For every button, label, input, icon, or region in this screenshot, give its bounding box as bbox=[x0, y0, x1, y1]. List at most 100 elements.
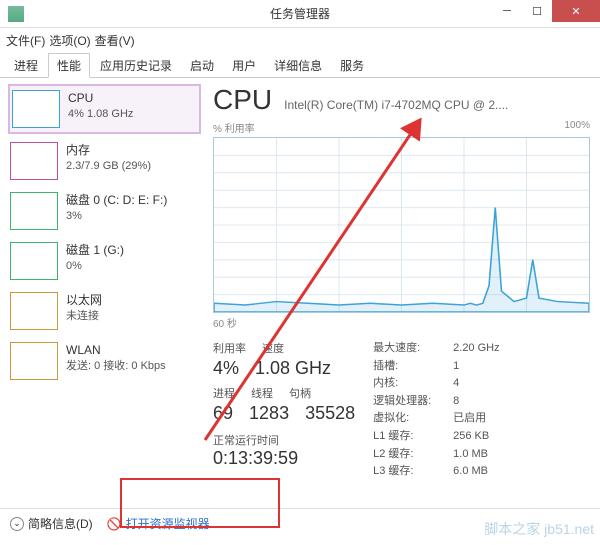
fewer-details-button[interactable]: ⌄ 简略信息(D) bbox=[10, 515, 93, 532]
open-resource-monitor-link[interactable]: 打开资源监视器 bbox=[107, 515, 210, 532]
detail-row: L1 缓存: 256 KB bbox=[373, 428, 499, 446]
side-name: 磁盘 0 (C: D: E: F:) bbox=[66, 192, 167, 209]
tab-users[interactable]: 用户 bbox=[224, 54, 264, 77]
side-text: 磁盘 0 (C: D: E: F:) 3% bbox=[66, 192, 167, 230]
window-buttons: ─ ☐ ✕ bbox=[492, 0, 600, 22]
cpu-model: Intel(R) Core(TM) i7-4702MQ CPU @ 2.... bbox=[284, 98, 508, 112]
detail-row: L2 缓存: 1.0 MB bbox=[373, 446, 499, 464]
titlebar: 任务管理器 ─ ☐ ✕ bbox=[0, 0, 600, 28]
label-processes: 进程 bbox=[213, 385, 235, 401]
detail-row: 最大速度: 2.20 GHz bbox=[373, 340, 499, 358]
sidebar-item-disk-2[interactable]: 磁盘 0 (C: D: E: F:) 3% bbox=[8, 188, 201, 234]
detail-key: L2 缓存: bbox=[373, 446, 445, 464]
thumb-icon bbox=[10, 142, 58, 180]
detail-val: 4 bbox=[453, 375, 459, 393]
detail-key: L3 缓存: bbox=[373, 463, 445, 481]
chevron-down-icon: ⌄ bbox=[10, 517, 24, 531]
menu-options[interactable]: 选项(O) bbox=[49, 32, 90, 49]
label-uptime: 正常运行时间 bbox=[213, 432, 355, 448]
detail-val: 2.20 GHz bbox=[453, 340, 499, 358]
detail-key: L1 缓存: bbox=[373, 428, 445, 446]
side-text: CPU 4% 1.08 GHz bbox=[68, 90, 133, 128]
side-name: 磁盘 1 (G:) bbox=[66, 242, 124, 259]
side-sub: 未连接 bbox=[66, 309, 102, 324]
value-handles: 35528 bbox=[305, 403, 355, 424]
value-processes: 69 bbox=[213, 403, 233, 424]
sidebar-item-disk-3[interactable]: 磁盘 1 (G:) 0% bbox=[8, 238, 201, 284]
label-threads: 线程 bbox=[251, 385, 273, 401]
tab-details[interactable]: 详细信息 bbox=[266, 54, 330, 77]
detail-val: 256 KB bbox=[453, 428, 489, 446]
tab-performance[interactable]: 性能 bbox=[48, 53, 90, 78]
close-button[interactable]: ✕ bbox=[552, 0, 600, 22]
thumb-icon bbox=[10, 192, 58, 230]
label-speed: 速度 bbox=[262, 340, 284, 356]
menu-view[interactable]: 查看(V) bbox=[95, 32, 135, 49]
detail-key: 插槽: bbox=[373, 358, 445, 376]
detail-row: 逻辑处理器: 8 bbox=[373, 393, 499, 411]
main-panel: CPU Intel(R) Core(TM) i7-4702MQ CPU @ 2.… bbox=[205, 78, 600, 508]
detail-key: 虚拟化: bbox=[373, 410, 445, 428]
stats-left: 利用率 速度 4% 1.08 GHz 进程 线程 句柄 69 bbox=[213, 340, 355, 481]
menubar: 文件(F) 选项(O) 查看(V) bbox=[0, 28, 600, 52]
value-utilization: 4% bbox=[213, 358, 239, 379]
footer: ⌄ 简略信息(D) 打开资源监视器 bbox=[0, 508, 600, 538]
side-sub: 2.3/7.9 GB (29%) bbox=[66, 159, 151, 174]
resource-title: CPU bbox=[213, 84, 272, 116]
side-sub: 0% bbox=[66, 259, 124, 274]
sidebar-item-cpu-0[interactable]: CPU 4% 1.08 GHz bbox=[8, 84, 201, 134]
value-speed: 1.08 GHz bbox=[255, 358, 331, 379]
detail-key: 逻辑处理器: bbox=[373, 393, 445, 411]
chart-svg bbox=[214, 138, 589, 312]
sidebar: CPU 4% 1.08 GHz 内存 2.3/7.9 GB (29%) 磁盘 0… bbox=[0, 78, 205, 508]
label-handles: 句柄 bbox=[289, 385, 311, 401]
detail-row: L3 缓存: 6.0 MB bbox=[373, 463, 499, 481]
chart-top-labels: % 利用率 100% bbox=[213, 120, 590, 135]
detail-val: 1.0 MB bbox=[453, 446, 488, 464]
detail-val: 已启用 bbox=[453, 410, 486, 428]
side-name: 以太网 bbox=[66, 292, 102, 309]
label-utilization: 利用率 bbox=[213, 340, 246, 356]
resmon-label: 打开资源监视器 bbox=[126, 515, 210, 532]
side-text: 磁盘 1 (G:) 0% bbox=[66, 242, 124, 280]
detail-val: 8 bbox=[453, 393, 459, 411]
thumb-icon bbox=[10, 242, 58, 280]
chart-x-label: 60 秒 bbox=[213, 315, 590, 330]
sidebar-item-net-4[interactable]: 以太网 未连接 bbox=[8, 288, 201, 334]
tab-startup[interactable]: 启动 bbox=[182, 54, 222, 77]
side-name: 内存 bbox=[66, 142, 151, 159]
tab-app-history[interactable]: 应用历史记录 bbox=[92, 54, 180, 77]
side-name: CPU bbox=[68, 90, 133, 107]
tab-services[interactable]: 服务 bbox=[332, 54, 372, 77]
minimize-button[interactable]: ─ bbox=[492, 0, 522, 22]
tab-processes[interactable]: 进程 bbox=[6, 54, 46, 77]
stats-right: 最大速度:2.20 GHz插槽:1内核:4逻辑处理器:8虚拟化:已启用L1 缓存… bbox=[373, 340, 499, 481]
sidebar-item-wlan-5[interactable]: WLAN 发送: 0 接收: 0 Kbps bbox=[8, 338, 201, 384]
cpu-chart bbox=[213, 137, 590, 313]
side-text: 内存 2.3/7.9 GB (29%) bbox=[66, 142, 151, 180]
detail-row: 虚拟化: 已启用 bbox=[373, 410, 499, 428]
side-text: WLAN 发送: 0 接收: 0 Kbps bbox=[66, 342, 166, 380]
menu-file[interactable]: 文件(F) bbox=[6, 32, 45, 49]
side-sub: 3% bbox=[66, 209, 167, 224]
detail-val: 6.0 MB bbox=[453, 463, 488, 481]
side-sub: 4% 1.08 GHz bbox=[68, 107, 133, 122]
sidebar-item-mem-1[interactable]: 内存 2.3/7.9 GB (29%) bbox=[8, 138, 201, 184]
detail-val: 1 bbox=[453, 358, 459, 376]
thumb-icon bbox=[12, 90, 60, 128]
detail-row: 插槽: 1 bbox=[373, 358, 499, 376]
stats-area: 利用率 速度 4% 1.08 GHz 进程 线程 句柄 69 bbox=[213, 340, 590, 481]
fewer-details-label: 简略信息(D) bbox=[28, 515, 93, 532]
detail-row: 内核: 4 bbox=[373, 375, 499, 393]
thumb-icon bbox=[10, 342, 58, 380]
side-name: WLAN bbox=[66, 342, 166, 359]
detail-key: 最大速度: bbox=[373, 340, 445, 358]
main-header: CPU Intel(R) Core(TM) i7-4702MQ CPU @ 2.… bbox=[213, 84, 590, 116]
window-title: 任务管理器 bbox=[270, 5, 330, 22]
app-icon bbox=[8, 6, 24, 22]
value-uptime: 0:13:39:59 bbox=[213, 448, 355, 469]
side-text: 以太网 未连接 bbox=[66, 292, 102, 330]
side-sub: 发送: 0 接收: 0 Kbps bbox=[66, 359, 166, 374]
detail-key: 内核: bbox=[373, 375, 445, 393]
maximize-button[interactable]: ☐ bbox=[522, 0, 552, 22]
